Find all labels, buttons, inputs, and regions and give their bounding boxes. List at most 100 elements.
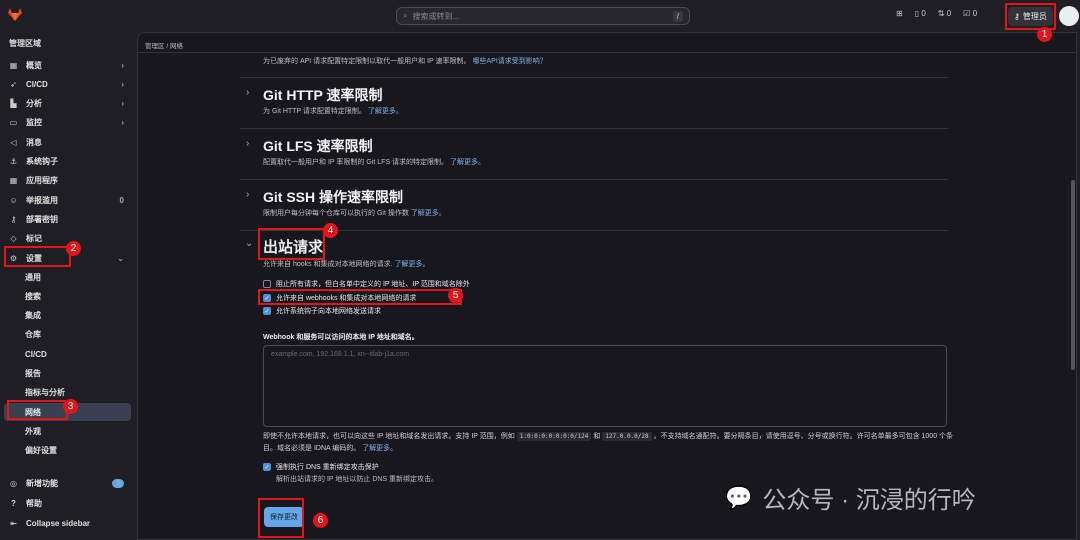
sidebar-item[interactable]: ➶ CI/CD › (4, 75, 132, 93)
allowlist-textarea[interactable]: example.com, 192.168.1.1, xn--itlab-j1a.… (263, 345, 947, 427)
annotation-box (1005, 3, 1056, 30)
chevron-down-icon[interactable]: ⌄ (245, 238, 253, 249)
checkmark-icon[interactable]: ✓ (263, 307, 271, 315)
breadcrumb-current[interactable]: 网络 (170, 43, 183, 50)
learn-more-link[interactable]: 了解更多。 (368, 108, 403, 115)
collapse-icon: ⇤ (10, 518, 17, 528)
allowlist-help: 即使不允许本地请求，也可以向这些 IP 地址和域名发出请求。支持 IP 范围，例… (263, 431, 963, 455)
scrollbar[interactable] (1071, 180, 1075, 370)
sidebar-item-label: 消息 (26, 137, 42, 147)
issues-count: 0 (921, 9, 926, 18)
sidebar-subitem[interactable]: 报告 (4, 365, 131, 383)
sidebar-subitem[interactable]: 偏好设置 (4, 442, 131, 460)
learn-more-link[interactable]: 了解更多。 (362, 445, 397, 452)
chevron-right-icon[interactable]: › (246, 189, 249, 200)
checkbox-label: 阻止所有请求，但白名单中定义的 IP 地址、IP 范围和域名除外 (276, 281, 470, 288)
git-ssh-section[interactable]: › Git SSH 操作速率限制 限制用户每分钟每个仓库可以执行的 Git 操作数 … (240, 180, 948, 231)
checkbox-label: 允许系统钩子向本地网络发送请求 (276, 308, 381, 315)
todos-button[interactable]: ☑ 0 (963, 9, 977, 18)
avatar[interactable] (1059, 6, 1079, 26)
chart-icon: ▙ (10, 99, 17, 109)
sidebar-subitem[interactable]: 通用 (4, 268, 131, 286)
sidebar-item[interactable]: ▭ 监控 › (4, 114, 132, 132)
search-shortcut: / (672, 10, 683, 22)
collapse-sidebar-button[interactable]: ⇤ Collapse sidebar (4, 514, 132, 532)
sidebar-item-label: 概览 (26, 60, 42, 70)
merge-requests-button[interactable]: ⇅ 0 (938, 9, 951, 18)
sidebar-item[interactable]: ▦ 应用程序 (4, 172, 132, 190)
code-example: 127.0.0.0/28 (602, 432, 652, 441)
search-placeholder: 搜索或转到... (412, 11, 460, 21)
sidebar-item-label: 帮助 (26, 498, 42, 508)
git-http-section[interactable]: › Git HTTP 速率限制为 Git HTTP 请求配置特定限制。 了解更多。 (240, 78, 948, 129)
monitor-icon: ▭ (9, 118, 18, 128)
chevron-right-icon[interactable]: › (246, 87, 249, 98)
help-text: 和 (593, 433, 601, 440)
sidebar-subitem[interactable]: 集成 (4, 307, 131, 325)
breadcrumb: 管理区 / 网络 (145, 40, 183, 50)
search-input[interactable]: ⌕ 搜索或转到... / (396, 7, 690, 25)
checkmark-icon[interactable]: ✓ (263, 463, 271, 471)
sidebar-item-label: 部署密钥 (26, 214, 58, 224)
textarea-placeholder: example.com, 192.168.1.1, xn--itlab-j1a.… (271, 351, 410, 358)
git-lfs-section[interactable]: › Git LFS 速率限制 配置取代一般用户和 IP 率限制的 Git LFS 请… (240, 129, 948, 180)
search-icon: ⌕ (403, 11, 408, 20)
learn-more-link[interactable]: 了解更多。 (450, 159, 485, 166)
sidebar-item[interactable]: ⚓ 系统钩子 (4, 153, 132, 171)
sidebar-item-tail: ⌄ (117, 253, 124, 263)
annotation-number: 4 (323, 223, 338, 238)
chevron-right-icon[interactable]: › (246, 138, 249, 149)
gitlab-logo-icon[interactable] (8, 8, 22, 21)
breadcrumb-sep: / (166, 43, 169, 50)
sidebar-subitem-label: CI/CD (25, 349, 47, 359)
new-item-icon[interactable]: ⊞ (896, 9, 903, 18)
annotation-number: 1 (1037, 27, 1052, 42)
sidebar-subitem-label: 偏好设置 (25, 446, 57, 456)
annotation-number: 3 (63, 399, 78, 414)
help-icon: ? (11, 498, 16, 508)
apps-icon: ▦ (9, 176, 18, 186)
sidebar-subitem-label: 报告 (25, 369, 41, 378)
sidebar-subitem-label: 集成 (25, 311, 41, 321)
annotation-number: 2 (66, 241, 81, 256)
section-title[interactable]: Git LFS 速率限制 (263, 136, 373, 156)
breadcrumb-root[interactable]: 管理区 (145, 43, 165, 50)
learn-more-link[interactable]: 了解更多。 (394, 261, 429, 268)
allowlist-label: Webhook 和服务可以访问的本地 IP 地址和域名。 (263, 334, 419, 341)
learn-more-link[interactable]: 哪些API请求受到影响？ (473, 58, 547, 65)
sidebar-subitem[interactable]: 搜索 (4, 287, 131, 305)
sidebar-item[interactable]: ▙ 分析 › (4, 95, 132, 113)
watermark: 💬 公众号 · 沉浸的行吟 (725, 480, 976, 515)
issues-button[interactable]: ▯ 0 (915, 9, 926, 18)
abuse-icon: ☺ (9, 195, 18, 205)
learn-more-link[interactable]: 了解更多。 (411, 210, 446, 217)
block-all-checkbox[interactable]: 阻止所有请求，但白名单中定义的 IP 地址、IP 范围和域名除外 (263, 279, 470, 289)
section-title[interactable]: Git HTTP 速率限制 (263, 85, 383, 105)
sidebar-item-label: CI/CD (26, 79, 48, 89)
sidebar-subitem[interactable]: 仓库 (4, 326, 131, 344)
sidebar-item-tail: › (121, 79, 124, 89)
sidebar-item-label: 标记 (26, 234, 42, 244)
sidebar-item[interactable]: ⚷ 部署密钥 (4, 210, 132, 228)
section-desc: 为 Git HTTP 请求配置特定限制。 (263, 108, 366, 115)
sidebar-subitem[interactable]: 外观 (4, 422, 131, 440)
sidebar-item-label: 举报滥用 (26, 195, 58, 205)
section-title[interactable]: Git SSH 操作速率限制 (263, 187, 403, 207)
sidebar-subitem[interactable]: CI/CD (4, 345, 131, 363)
annotation-box (258, 289, 462, 305)
sidebar-item-tail: 0 (119, 195, 124, 205)
help-button[interactable]: ? 帮助 (4, 494, 132, 512)
sidebar-item[interactable]: ☺ 举报滥用 0 (4, 191, 132, 209)
sidebar-item[interactable]: ▦ 概览 › (4, 56, 132, 74)
dns-rebinding-checkbox[interactable]: ✓ 强制执行 DNS 重新绑定攻击保护 (263, 462, 379, 472)
checkbox-label: 强制执行 DNS 重新绑定攻击保护 (276, 464, 379, 471)
sidebar-item[interactable]: ◁ 消息 (4, 133, 132, 151)
megaphone-icon: ◁ (10, 137, 17, 147)
sidebar-subitem-label: 通用 (25, 272, 41, 282)
whats-new-button[interactable]: ◎ 新增功能 5 (4, 474, 132, 492)
rocket-icon: ➶ (10, 79, 17, 89)
compass-icon: ◎ (10, 478, 17, 488)
sidebar-item-label: 新增功能 (26, 478, 58, 488)
allow-system-hooks-checkbox[interactable]: ✓ 允许系统钩子向本地网络发送请求 (263, 306, 381, 316)
checkbox-empty-icon[interactable] (263, 280, 271, 288)
